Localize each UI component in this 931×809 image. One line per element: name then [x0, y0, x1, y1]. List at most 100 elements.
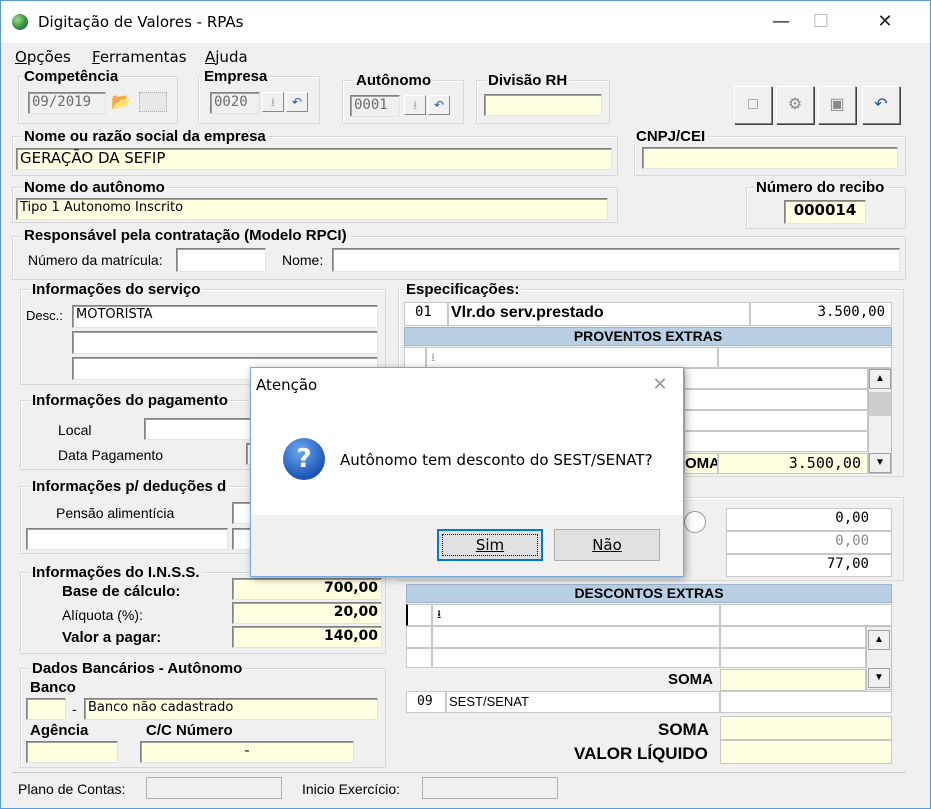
- inicio-exercicio-label: Inicio Exercício:: [302, 781, 401, 797]
- save-button[interactable]: ▣: [818, 86, 856, 124]
- window-title: Digitação de Valores - RPAs: [38, 13, 244, 31]
- nome-autonomo-input[interactable]: Tipo 1 Autonomo Inscrito: [16, 198, 608, 220]
- banco-label: Banco: [30, 679, 76, 696]
- status-divider: [12, 772, 906, 773]
- valor-liquido-label: VALOR LÍQUIDO: [574, 744, 708, 763]
- row9-desc: SEST/SENAT: [446, 691, 720, 713]
- desc-label: Desc.:: [26, 308, 63, 323]
- desc-line-1[interactable]: MOTORISTA: [72, 305, 378, 328]
- empresa-undo-icon[interactable]: ↶: [286, 92, 308, 112]
- desc-line-2[interactable]: [72, 331, 378, 354]
- soma-final-label: SOMA: [658, 720, 709, 739]
- row9-code: 09: [406, 691, 446, 713]
- descontos-dropdown-icon[interactable]: ⭳: [432, 604, 720, 626]
- proventos-soma-value: 3.500,00: [718, 453, 868, 474]
- new-document-button[interactable]: □: [734, 86, 772, 124]
- descontos-row-2[interactable]: [432, 626, 720, 648]
- close-button[interactable]: ✕: [870, 10, 900, 34]
- deducoes-label: Informações p/ deduções d: [30, 478, 229, 495]
- data-pagamento-label: Data Pagamento: [58, 447, 164, 463]
- proventos-row-4[interactable]: [684, 410, 868, 431]
- valor-liquido-value: [720, 740, 892, 764]
- empresa-label: Empresa: [202, 68, 270, 85]
- banco-nome-input[interactable]: Banco não cadastrado: [84, 698, 378, 720]
- matricula-label: Número da matrícula:: [28, 252, 163, 268]
- pagamento-label: Informações do pagamento: [30, 392, 230, 409]
- competencia-input[interactable]: 09/2019: [28, 92, 106, 114]
- descontos-scroll-up-icon[interactable]: ▲: [868, 630, 890, 650]
- descontos-row-3[interactable]: [432, 648, 720, 668]
- autonomo-label: Autônomo: [354, 72, 433, 89]
- matricula-input[interactable]: [176, 248, 266, 272]
- yes-button[interactable]: Sim: [437, 529, 543, 561]
- descontos-scroll-down-icon[interactable]: ▼: [868, 668, 890, 688]
- app-globe-icon: [12, 14, 28, 30]
- proventos-row-5[interactable]: [684, 431, 868, 452]
- cc-numero-input[interactable]: -: [140, 741, 354, 763]
- question-icon: ?: [283, 438, 325, 480]
- local-input[interactable]: [144, 418, 254, 440]
- descontos-row-2-value[interactable]: [720, 626, 866, 648]
- banco-code-input[interactable]: [26, 698, 66, 720]
- menu-ferramentas[interactable]: Ferramentas: [92, 48, 187, 66]
- empresa-dropdown-icon[interactable]: ⭳: [262, 92, 284, 112]
- dialog-close-icon[interactable]: ✕: [648, 372, 672, 396]
- inss-label: Informações do I.N.S.S.: [30, 564, 202, 581]
- descontos-soma-label: SOMA: [668, 671, 713, 688]
- nome-empresa-input[interactable]: GERAÇÃO DA SEFIP: [16, 148, 612, 170]
- total-value-3: 77,00: [726, 554, 892, 577]
- menu-opcoes[interactable]: Opções: [15, 48, 71, 66]
- autonomo-dropdown-icon[interactable]: ⭳: [404, 95, 426, 115]
- proventos-value-cell[interactable]: [718, 347, 892, 368]
- maximize-button[interactable]: ☐: [806, 10, 836, 34]
- plano-contas-field: [146, 777, 282, 799]
- descontos-row-2-marker: [406, 626, 432, 648]
- proventos-scroll-down-icon[interactable]: ▼: [869, 453, 891, 473]
- recibo-label: Número do recibo: [754, 179, 887, 196]
- nome-responsavel-input[interactable]: [332, 248, 900, 272]
- base-calculo-value[interactable]: 700,00: [232, 578, 382, 600]
- yes-button-focus-ring: [442, 534, 538, 556]
- minimize-button[interactable]: —: [766, 10, 796, 34]
- nome-autonomo-label: Nome do autônomo: [22, 179, 167, 196]
- empresa-input[interactable]: 0020: [210, 92, 260, 114]
- recibo-value: 000014: [784, 200, 866, 224]
- soma-final-value: [720, 716, 892, 740]
- undo-button[interactable]: ↶: [862, 86, 900, 124]
- calculator-icon[interactable]: [139, 92, 167, 112]
- descontos-row-3-value[interactable]: [720, 648, 866, 668]
- menu-ajuda[interactable]: Ajuda: [205, 48, 248, 66]
- menu-ajuda-rest: juda: [215, 48, 248, 66]
- radio-option[interactable]: [684, 511, 706, 533]
- proventos-scroll-thumb[interactable]: [869, 392, 891, 416]
- proventos-dropdown-icon[interactable]: ⭳: [426, 347, 718, 368]
- aliquota-value[interactable]: 20,00: [232, 602, 382, 624]
- autonomo-input[interactable]: 0001: [350, 95, 400, 117]
- divisao-input[interactable]: [484, 94, 602, 116]
- delete-button[interactable]: ⚙: [776, 86, 814, 124]
- total-value-1: 0,00: [726, 508, 892, 531]
- descontos-value-cell[interactable]: [720, 604, 892, 626]
- valor-pagar-value[interactable]: 140,00: [232, 626, 382, 648]
- autonomo-undo-icon[interactable]: ↶: [428, 95, 450, 115]
- agencia-input[interactable]: [26, 741, 118, 763]
- row9-value: [720, 691, 892, 713]
- menu-ferramentas-rest: erramentas: [99, 48, 187, 66]
- dialog-message: Autônomo tem desconto do SEST/SENAT?: [340, 451, 653, 469]
- proventos-row-2[interactable]: [684, 368, 868, 389]
- valor-pagar-label: Valor a pagar:: [62, 629, 162, 646]
- row1-value: 3.500,00: [750, 302, 892, 326]
- deducoes-desc-input[interactable]: [26, 528, 228, 550]
- proventos-row-3[interactable]: [684, 389, 868, 410]
- descontos-row-marker: [406, 604, 432, 626]
- cc-numero-label: C/C Número: [146, 722, 233, 739]
- competencia-label: Competência: [22, 68, 121, 85]
- open-folder-icon[interactable]: 📂: [111, 92, 135, 112]
- responsavel-label: Responsável pela contratação (Modelo RPC…: [22, 227, 349, 244]
- cnpj-input[interactable]: [642, 147, 898, 169]
- proventos-scroll-up-icon[interactable]: ▲: [869, 369, 891, 389]
- banco-separator: -: [72, 701, 77, 717]
- nome-empresa-label: Nome ou razão social da empresa: [22, 128, 268, 145]
- aliquota-label: Alíquota (%):: [62, 607, 143, 623]
- no-button[interactable]: Não: [554, 529, 660, 561]
